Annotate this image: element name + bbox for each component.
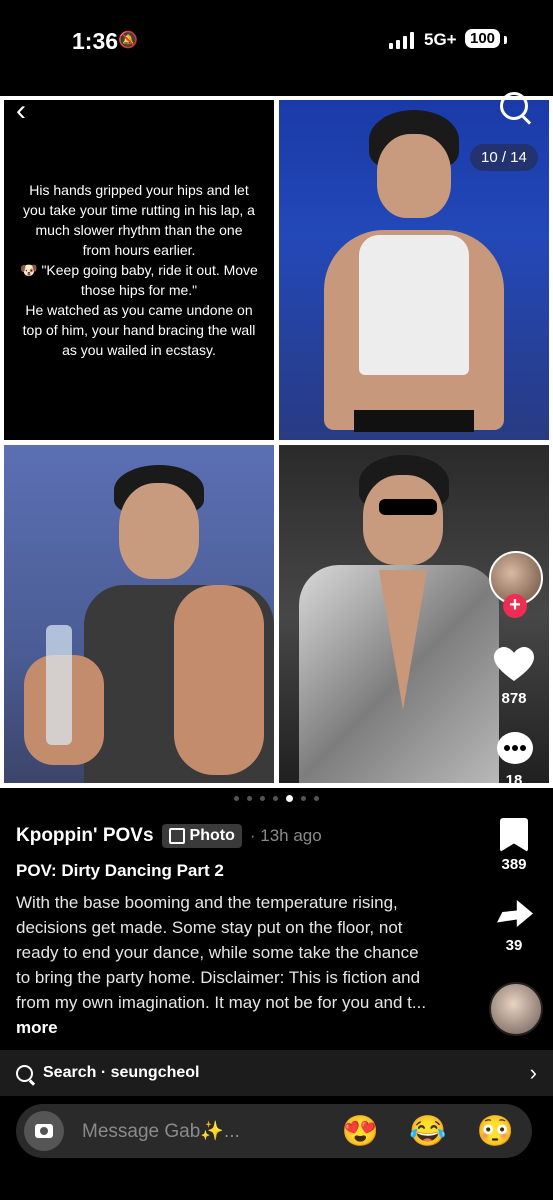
post-description[interactable]: With the base booming and the temperatur… (16, 890, 436, 1040)
post-meta: Kpoppin' POVs Photo · 13h ago (16, 824, 322, 848)
comment-dots (504, 745, 526, 751)
emoji-flushed-button[interactable]: 😳 (477, 1114, 514, 1149)
share-icon[interactable] (497, 900, 533, 927)
more-link[interactable]: more (16, 1018, 58, 1037)
status-time: 1:36 (72, 28, 119, 54)
photo-carousel[interactable]: His hands gripped your hips and let you … (0, 96, 553, 788)
like-count: 878 (501, 690, 527, 707)
sound-avatar[interactable] (489, 982, 543, 1036)
photo-icon (168, 828, 185, 844)
search-suggestion-label: Search · seungcheol (43, 1064, 200, 1081)
description-text: With the base booming and the temperatur… (16, 893, 427, 1012)
photo-badge: Photo (161, 824, 242, 848)
signal-icon (389, 31, 414, 49)
comment-icon[interactable] (497, 732, 533, 764)
carousel-dot (314, 796, 319, 801)
comment-count: 18 (505, 772, 523, 789)
camera-icon[interactable] (24, 1111, 64, 1151)
photo-tile-2 (4, 445, 274, 783)
post-time: · 13h ago (249, 826, 322, 845)
mute-bell-icon: 🔕 (118, 32, 138, 49)
author-name[interactable]: Kpoppin' POVs (16, 825, 154, 847)
bookmark-count: 389 (501, 856, 527, 873)
bookmark-icon[interactable] (500, 818, 528, 852)
follow-plus-button[interactable]: + (503, 594, 527, 618)
chevron-right-icon: › (529, 1060, 537, 1085)
quick-emojis: 😍 😂 😳 (342, 1114, 514, 1149)
post-title: POV: Dirty Dancing Part 2 (16, 861, 224, 880)
search-icon[interactable] (500, 92, 528, 120)
search-icon (16, 1064, 33, 1082)
carousel-dot (286, 795, 293, 802)
caption-tile: His hands gripped your hips and let you … (4, 100, 274, 440)
status-bar: 1:36 🔕 5G+ 100 (0, 0, 553, 90)
photo-badge-label: Photo (189, 827, 235, 844)
carousel-dot (301, 796, 306, 801)
battery-icon: 100 (465, 29, 501, 48)
search-suggestion-bar[interactable]: Search · seungcheol › (0, 1050, 553, 1096)
message-composer[interactable]: Message Gab✨... 😍 😂 😳 (16, 1104, 532, 1158)
emoji-laughing-button[interactable]: 😂 (409, 1114, 446, 1149)
carousel-dot (234, 796, 239, 801)
carousel-dot (260, 796, 265, 801)
carousel-dot (273, 796, 278, 801)
heart-icon[interactable] (494, 647, 534, 683)
back-chevron-icon[interactable]: ‹ (16, 94, 26, 128)
emoji-heart-eyes-button[interactable]: 😍 (342, 1114, 379, 1149)
carousel-dots (0, 795, 553, 802)
message-input[interactable]: Message Gab✨... (82, 1119, 240, 1143)
person-figure (299, 455, 499, 783)
battery-tip (504, 36, 507, 44)
carousel-dot (247, 796, 252, 801)
network-label: 5G+ (424, 30, 457, 49)
person-figure (24, 465, 274, 783)
caption-text: His hands gripped your hips and let you … (20, 182, 258, 358)
image-counter: 10 / 14 (470, 144, 538, 171)
share-count: 39 (505, 937, 523, 954)
